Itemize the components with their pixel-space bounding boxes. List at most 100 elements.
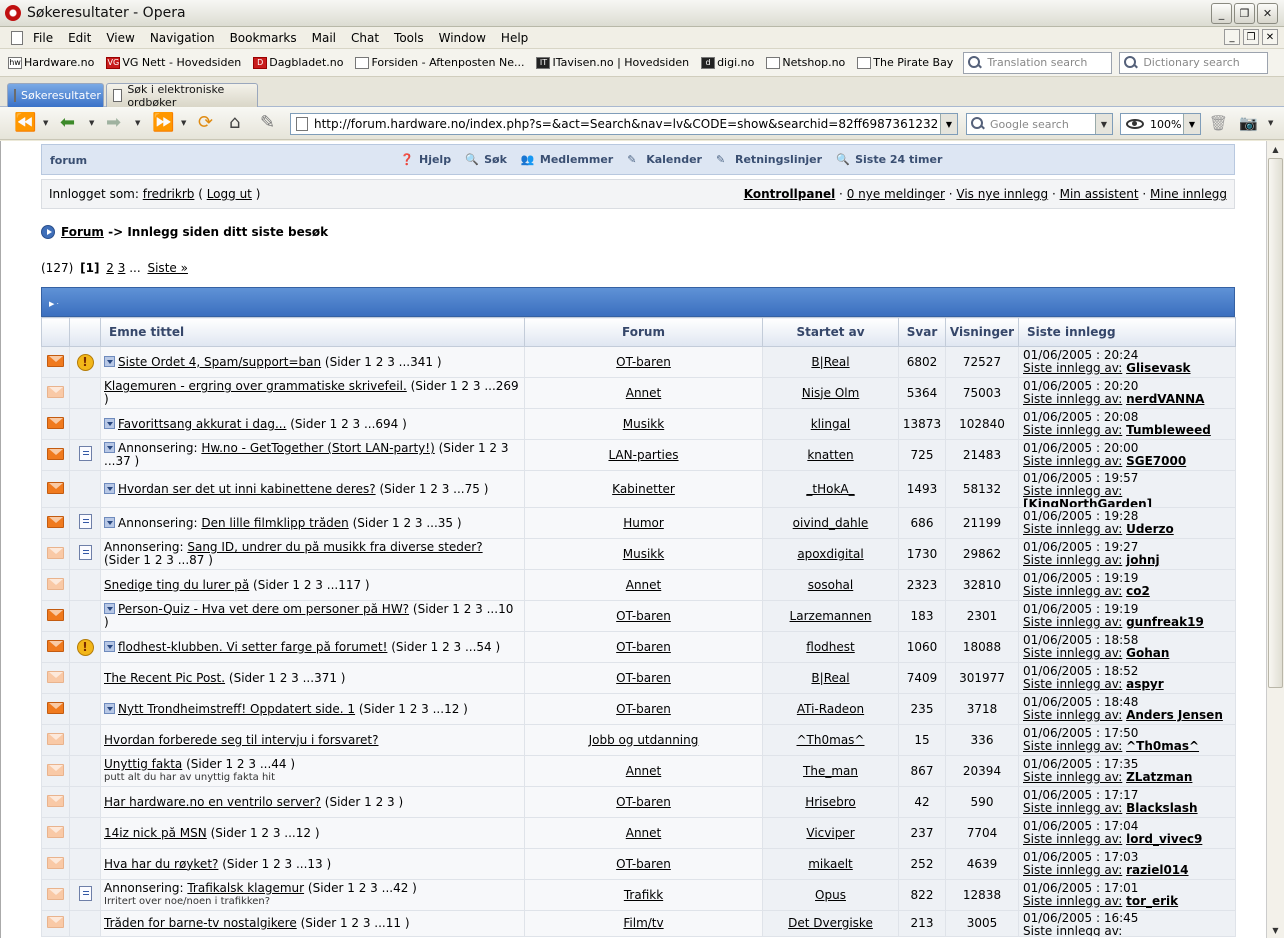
starter-link[interactable]: ATi-Radeon [797, 702, 864, 716]
starter-link[interactable]: oivind_dahle [793, 516, 869, 530]
scrollbar-thumb[interactable] [1268, 158, 1283, 688]
vertical-scrollbar[interactable]: ▲ ▼ [1266, 141, 1284, 938]
last-post-author-link[interactable]: tor_erik [1126, 894, 1178, 908]
last-post-author-link[interactable]: Tumbleweed [1126, 423, 1211, 437]
starter-link[interactable]: apoxdigital [797, 547, 863, 561]
topic-title-link[interactable]: Klagemuren - ergring over grammatiske sk… [104, 380, 407, 393]
menu-view[interactable]: View [106, 31, 134, 45]
table-row[interactable]: Annonsering: Sang ID, undrer du på musik… [41, 538, 1236, 570]
last-post-author-link[interactable]: gunfreak19 [1126, 615, 1204, 629]
table-row[interactable]: Nytt Trondheimstreff! Oppdatert side. 1 … [41, 693, 1236, 725]
assistant-link[interactable]: Min assistent [1060, 187, 1139, 201]
table-row[interactable]: Hvordan ser det ut inni kabinettene dere… [41, 470, 1236, 508]
topic-pages[interactable]: (Sider 1 2 3 ...13 ) [222, 858, 331, 871]
menu-tools[interactable]: Tools [394, 31, 424, 45]
edit-icon[interactable]: ✎ [260, 113, 275, 135]
starter-link[interactable]: Hrisebro [805, 795, 856, 809]
topic-pages[interactable]: (Sider 1 2 3 ...694 ) [290, 418, 407, 431]
goto-new-post-icon[interactable] [104, 640, 115, 652]
menu-navigation[interactable]: Navigation [150, 31, 215, 45]
last-post-author-link[interactable]: johnj [1126, 553, 1160, 567]
dictionary-search-input[interactable]: Dictionary search [1119, 51, 1269, 74]
topic-title-link[interactable]: Person-Quiz - Hva vet dere om personer p… [118, 603, 409, 616]
header-last-post[interactable]: Siste innlegg [1018, 317, 1236, 347]
tab-sokeresultater[interactable]: Søkeresultater [7, 83, 104, 107]
topic-title-link[interactable]: Hw.no - GetTogether (Stort LAN-party!) [201, 442, 434, 455]
forum-link[interactable]: Musikk [623, 417, 664, 431]
logout-link[interactable]: Logg ut [207, 187, 252, 201]
scroll-down-icon[interactable]: ▼ [1267, 922, 1284, 938]
last-post-author-link[interactable]: SGE7000 [1126, 454, 1186, 468]
bookmark-digi[interactable]: d digi.no [701, 56, 754, 69]
goto-new-post-icon[interactable] [104, 482, 115, 494]
home-icon[interactable]: ⌂ [229, 113, 240, 135]
table-row[interactable]: Favorittsang akkurat i dag... (Sider 1 2… [41, 408, 1236, 440]
starter-link[interactable]: Nisje Olm [802, 386, 860, 400]
table-row[interactable]: Annonsering: Hw.no - GetTogether (Stort … [41, 439, 1236, 471]
address-dropdown-icon[interactable]: ▼ [940, 114, 957, 134]
table-row[interactable]: Tråden for barne-tv nostalgikere (Sider … [41, 910, 1236, 937]
starter-link[interactable]: klingal [811, 417, 851, 431]
table-row[interactable]: ! Siste Ordet 4, Spam/support=ban (Sider … [41, 346, 1236, 378]
zoom-dropdown-icon[interactable]: ▼ [1183, 114, 1200, 134]
fast-forward-dropdown-icon[interactable]: ▼ [181, 119, 186, 127]
topic-pages[interactable]: (Sider 1 2 3 ...75 ) [379, 483, 488, 496]
tab-restore-button[interactable]: ❐ [1243, 29, 1259, 45]
starter-link[interactable]: B|Real [811, 671, 849, 685]
header-replies[interactable]: Svar [898, 317, 946, 347]
topic-pages[interactable]: (Sider 1 2 3 ...35 ) [353, 517, 462, 530]
bookmark-hardware[interactable]: hw Hardware.no [8, 56, 94, 69]
last-post-author-link[interactable]: lord_vivec9 [1126, 832, 1202, 846]
camera-dropdown-icon[interactable]: ▼ [1268, 119, 1273, 127]
last-post-author-link[interactable]: aspyr [1126, 677, 1164, 691]
forum-link[interactable]: Annet [626, 386, 662, 400]
table-row[interactable]: Snedige ting du lurer på (Sider 1 2 3 ..… [41, 569, 1236, 601]
forum-link[interactable]: Kabinetter [612, 482, 675, 496]
scroll-up-icon[interactable]: ▲ [1267, 141, 1284, 157]
last-post-label-link[interactable]: Siste innlegg av: [1023, 584, 1122, 598]
table-row[interactable]: 14iz nick på MSN (Sider 1 2 3 ...12 ) Ann… [41, 817, 1236, 849]
forum-link[interactable]: OT-baren [616, 795, 671, 809]
goto-new-post-icon[interactable] [104, 442, 115, 453]
reload-icon[interactable]: ⟳ [198, 113, 213, 135]
table-row[interactable]: ! flodhest-klubben. Vi setter farge på fo… [41, 631, 1236, 663]
google-search-input[interactable]: Google search ▼ [966, 113, 1113, 135]
topic-title-link[interactable]: Har hardware.no en ventrilo server? [104, 796, 321, 809]
topic-title-link[interactable]: Hva har du røyket? [104, 858, 218, 871]
forum-link[interactable]: LAN-parties [608, 448, 678, 462]
last-post-label-link[interactable]: Siste innlegg av: [1023, 863, 1122, 877]
translation-search-input[interactable]: Translation search [963, 51, 1113, 74]
bookmark-vg[interactable]: VG VG Nett - Hovedsiden [106, 56, 241, 69]
tab-close-button[interactable]: ✕ [1262, 29, 1278, 45]
toplink-sok[interactable]: 🔍 Søk [465, 153, 507, 166]
table-row[interactable]: Unyttig fakta (Sider 1 2 3 ...44 ) putt a… [41, 755, 1236, 787]
zoom-select[interactable]: 100% ▼ [1120, 113, 1201, 135]
starter-link[interactable]: Vicviper [806, 826, 854, 840]
starter-link[interactable]: Larzemannen [790, 609, 872, 623]
last-post-label-link[interactable]: Siste innlegg av: [1023, 615, 1122, 629]
messages-link[interactable]: 0 nye meldinger [847, 187, 945, 201]
bookmark-netshop[interactable]: Netshop.no [766, 56, 845, 69]
table-row[interactable]: The Recent Pic Post. (Sider 1 2 3 ...371… [41, 662, 1236, 694]
bookmark-piratebay[interactable]: The Pirate Bay [857, 56, 953, 69]
starter-link[interactable]: The_man [803, 764, 858, 778]
kontrollpanel-link[interactable]: Kontrollpanel [744, 187, 835, 201]
back-icon[interactable]: ⬅ [60, 113, 75, 135]
topic-pages[interactable]: (Sider 1 2 3 ...42 ) [308, 882, 417, 895]
goto-new-post-icon[interactable] [104, 702, 115, 714]
new-posts-link[interactable]: Vis nye innlegg [956, 187, 1048, 201]
header-starter[interactable]: Startet av [762, 317, 899, 347]
last-post-label-link[interactable]: Siste innlegg av: [1023, 770, 1122, 784]
topic-title-link[interactable]: The Recent Pic Post. [104, 672, 225, 685]
starter-link[interactable]: ^Th0mas^ [797, 733, 865, 747]
last-post-label-link[interactable]: Siste innlegg av: [1023, 677, 1122, 691]
menu-mail[interactable]: Mail [312, 31, 336, 45]
forum-link[interactable]: Musikk [623, 547, 664, 561]
camera-icon[interactable]: 📷 [1239, 113, 1258, 135]
last-post-author-link[interactable]: Anders Jensen [1126, 708, 1223, 722]
table-row[interactable]: Hvordan forberede seg til intervju i for… [41, 724, 1236, 756]
topic-pages[interactable]: (Sider 1 2 3 ...44 ) [186, 758, 295, 771]
topic-pages[interactable]: (Sider 1 2 3 ...371 ) [229, 672, 346, 685]
topic-pages[interactable]: (Sider 1 2 3 ...11 ) [301, 917, 410, 930]
menu-chat[interactable]: Chat [351, 31, 379, 45]
